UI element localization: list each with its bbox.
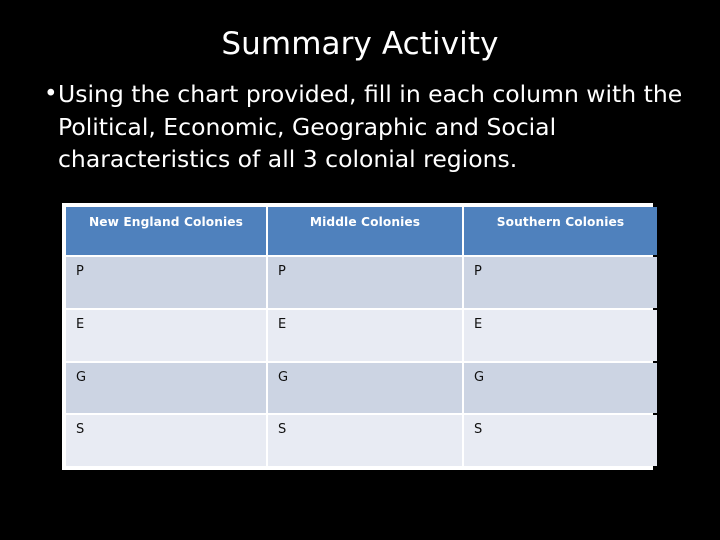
column-header-middle: Middle Colonies xyxy=(268,207,462,255)
bullet-text: Using the chart provided, fill in each c… xyxy=(58,80,683,173)
table-row: S S S xyxy=(66,415,657,466)
table-cell[interactable]: P xyxy=(268,257,462,308)
table-row: P P P xyxy=(66,257,657,308)
table-cell[interactable]: P xyxy=(464,257,657,308)
summary-table: New England Colonies Middle Colonies Sou… xyxy=(64,205,659,468)
table-cell[interactable]: E xyxy=(464,309,657,361)
table-cell[interactable]: P xyxy=(66,257,266,308)
table-cell[interactable]: S xyxy=(464,415,657,466)
table-cell[interactable]: S xyxy=(268,415,462,466)
table-cell[interactable]: G xyxy=(464,362,657,414)
table-cell[interactable]: E xyxy=(268,309,462,361)
slide-title: Summary Activity xyxy=(221,26,499,62)
summary-table-container: New England Colonies Middle Colonies Sou… xyxy=(62,203,657,470)
table-cell[interactable]: G xyxy=(268,362,462,414)
table-header: New England Colonies Middle Colonies Sou… xyxy=(66,207,657,255)
slide-canvas: Summary Activity • Using the chart provi… xyxy=(0,0,720,540)
slide-body: • Using the chart provided, fill in each… xyxy=(34,78,694,176)
table-cell[interactable]: G xyxy=(66,362,266,414)
table-body: P P P E E E G G G S S S xyxy=(66,257,657,466)
bullet-marker-icon: • xyxy=(44,81,58,107)
bullet-item: • Using the chart provided, fill in each… xyxy=(34,78,694,176)
table-cell[interactable]: S xyxy=(66,415,266,466)
column-header-new-england: New England Colonies xyxy=(66,207,266,255)
table-header-row: New England Colonies Middle Colonies Sou… xyxy=(66,207,657,255)
column-header-southern: Southern Colonies xyxy=(464,207,657,255)
table-row: E E E xyxy=(66,309,657,361)
table-cell[interactable]: E xyxy=(66,309,266,361)
table-row: G G G xyxy=(66,362,657,414)
